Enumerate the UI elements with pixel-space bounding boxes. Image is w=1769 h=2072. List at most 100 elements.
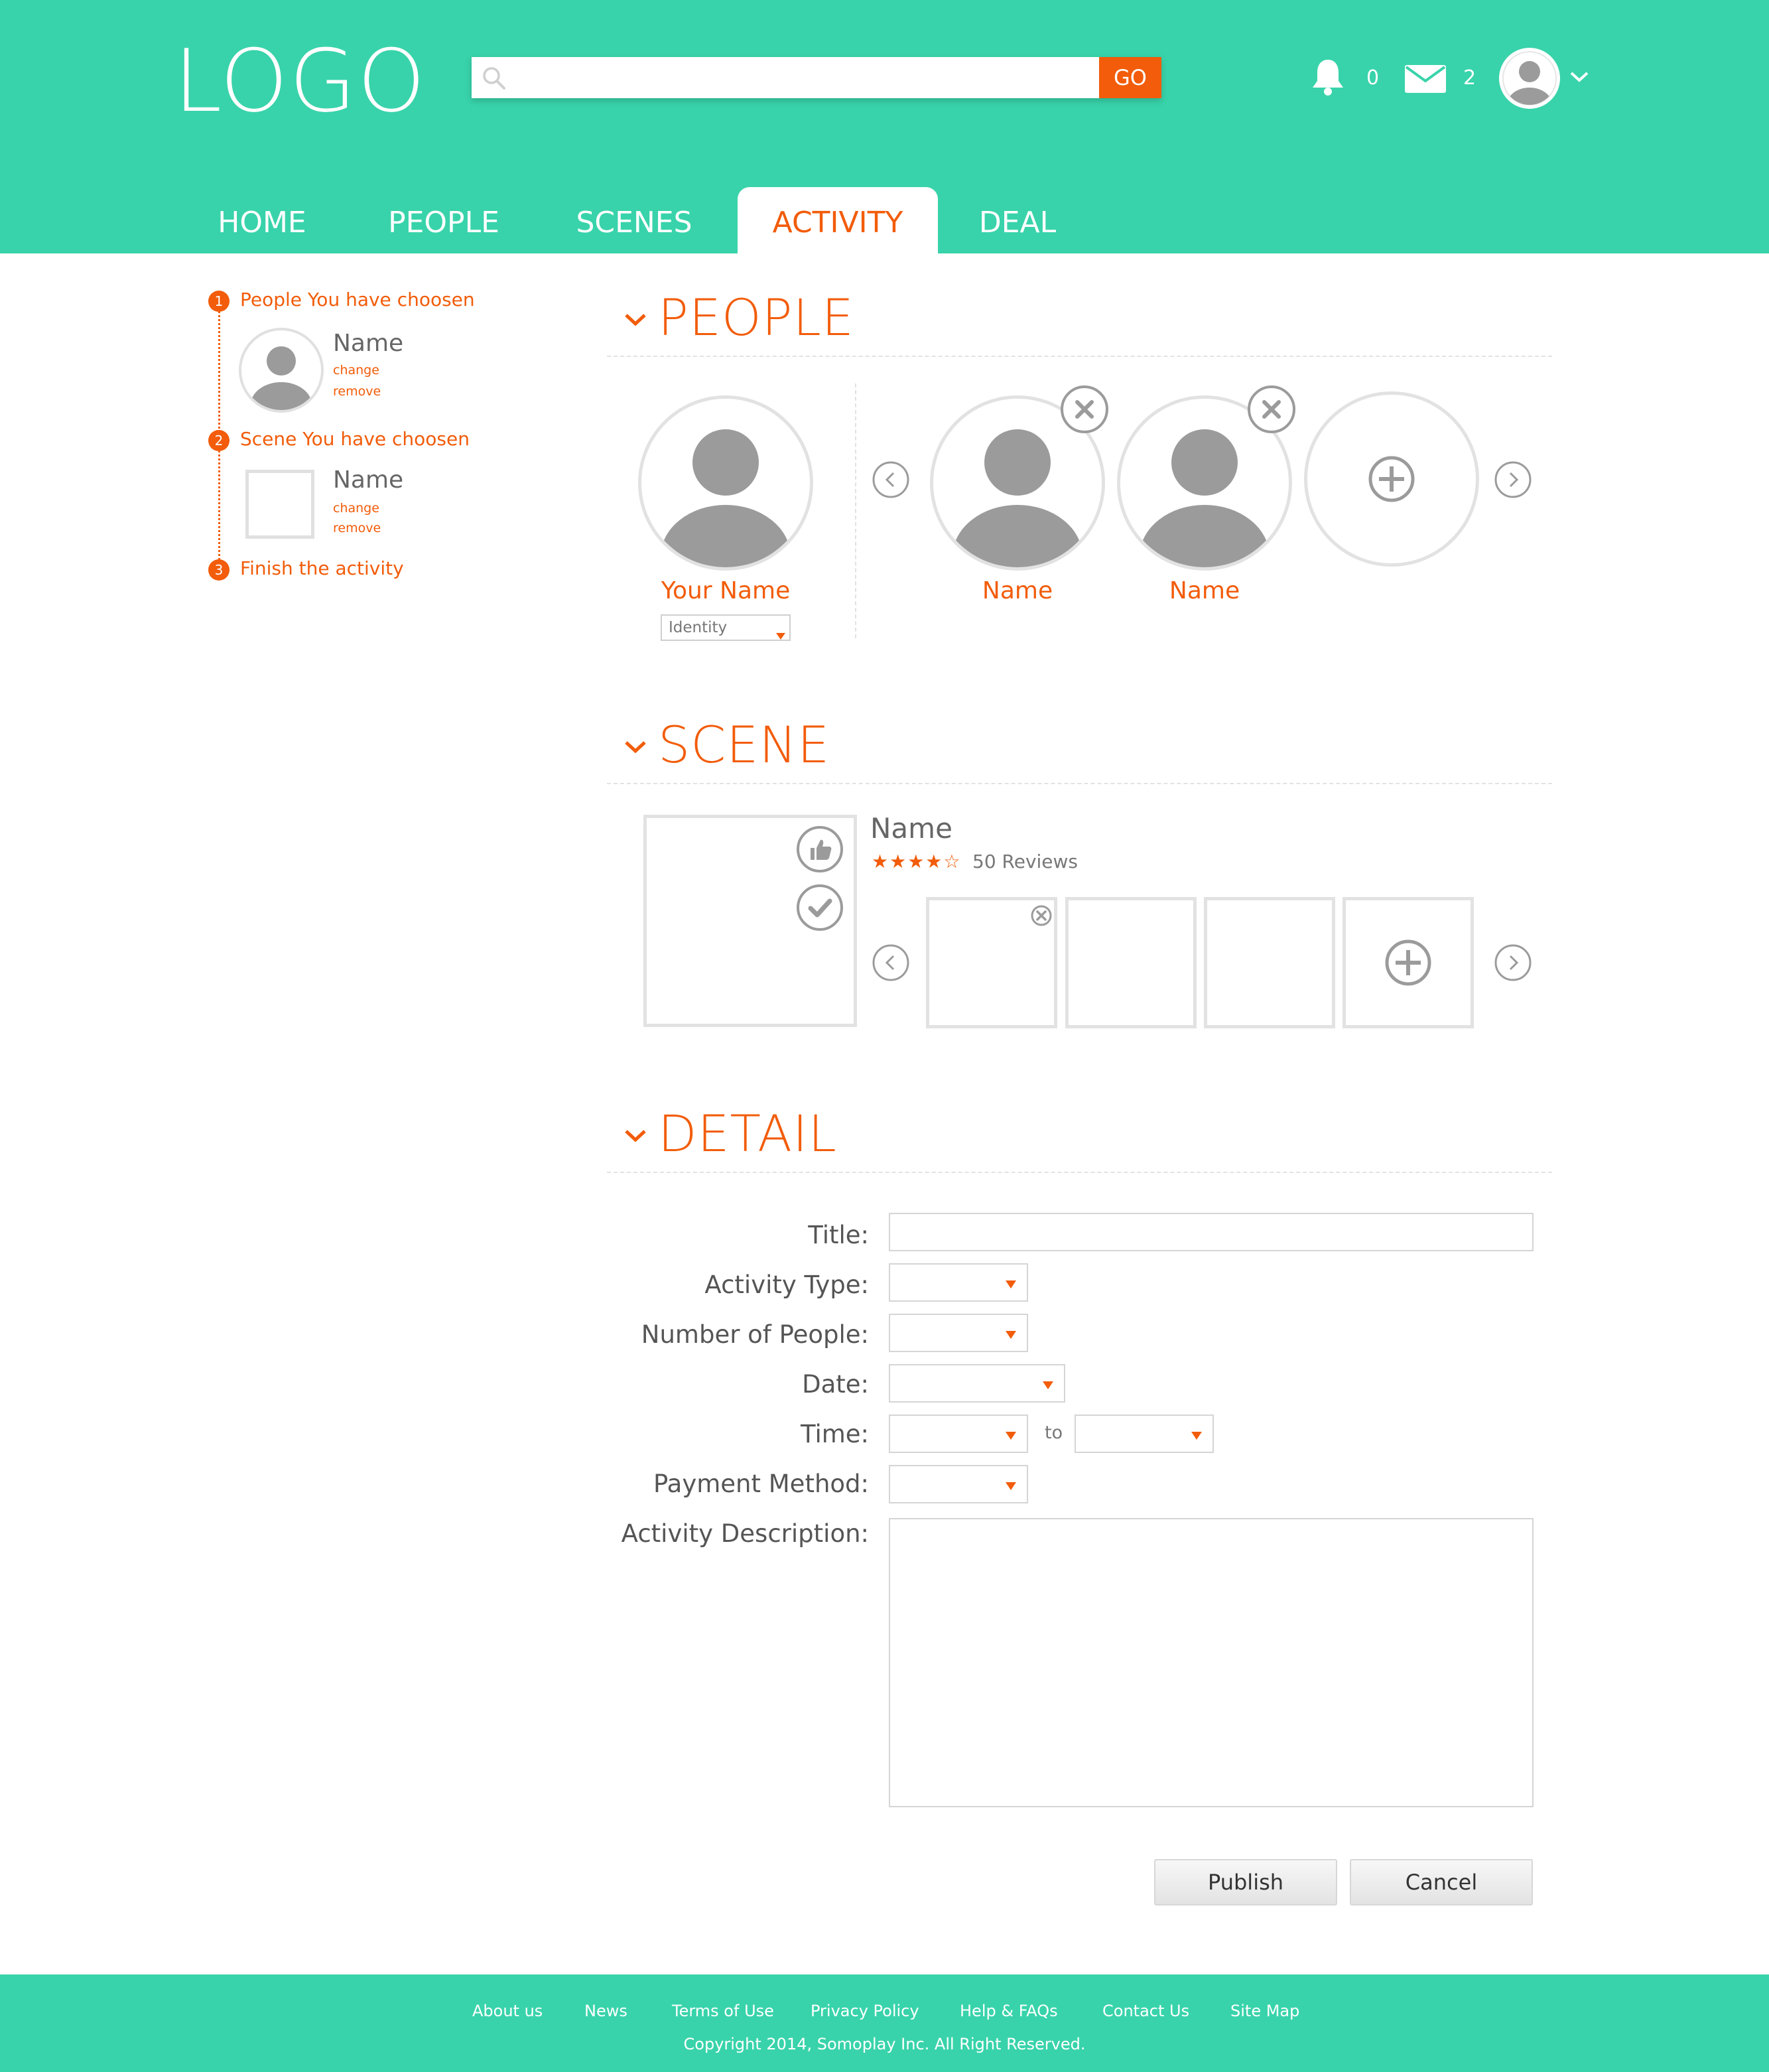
- scene-thumbnail[interactable]: [1204, 897, 1335, 1028]
- footer-link-news[interactable]: News: [584, 2001, 627, 2021]
- remove-person-link[interactable]: remove: [333, 383, 381, 399]
- search-icon: [483, 67, 505, 90]
- mail-icon[interactable]: [1405, 65, 1446, 93]
- section-title-scene: SCENE: [658, 715, 830, 774]
- notification-count: 0: [1366, 66, 1380, 90]
- caret-down-icon: [1043, 1381, 1053, 1389]
- number-of-people-label: Number of People:: [641, 1320, 869, 1349]
- payment-method-label: Payment Method:: [653, 1470, 869, 1498]
- plus-icon: [1368, 456, 1415, 502]
- activity-description-label: Activity Description:: [621, 1519, 869, 1548]
- people-next-button[interactable]: [1494, 460, 1532, 499]
- people-prev-button[interactable]: [872, 460, 910, 499]
- tab-deal[interactable]: DEAL: [964, 187, 1071, 253]
- remove-thumbnail-icon[interactable]: [1030, 904, 1053, 927]
- person-icon: [251, 346, 312, 410]
- step-label[interactable]: Scene You have choosen: [240, 428, 470, 450]
- time-start-select[interactable]: [889, 1415, 1028, 1453]
- collapse-people-icon[interactable]: [623, 312, 647, 328]
- person-name: Name: [982, 577, 1053, 604]
- chosen-scene-thumbnail: [245, 470, 314, 539]
- date-select[interactable]: [889, 1364, 1065, 1403]
- remove-scene-link[interactable]: remove: [333, 520, 381, 536]
- chosen-person-avatar: [239, 328, 324, 413]
- section-divider: [607, 356, 1552, 357]
- change-scene-link[interactable]: change: [333, 500, 379, 516]
- caret-down-icon: [1006, 1482, 1016, 1490]
- tab-activity[interactable]: ACTIVITY: [738, 187, 938, 253]
- payment-method-select[interactable]: [889, 1465, 1028, 1503]
- publish-button[interactable]: Publish: [1154, 1859, 1337, 1905]
- time-label: Time:: [800, 1420, 869, 1448]
- chevron-down-icon[interactable]: [1569, 70, 1589, 84]
- identity-select[interactable]: Identity: [661, 614, 791, 641]
- scene-name: Name: [870, 812, 952, 845]
- plus-icon: [1385, 939, 1431, 986]
- chosen-person-name: Name: [333, 330, 404, 357]
- review-count[interactable]: 50 Reviews: [972, 851, 1078, 873]
- caret-down-icon: [776, 633, 785, 640]
- copyright: Copyright 2014, Somoplay Inc. All Right …: [683, 2035, 1086, 2053]
- footer-link-contact[interactable]: Contact Us: [1102, 2001, 1189, 2021]
- add-person-button[interactable]: [1304, 391, 1479, 567]
- caret-down-icon: [1006, 1432, 1016, 1440]
- scene-thumbnail[interactable]: [1065, 897, 1197, 1028]
- person-name: Name: [1169, 577, 1240, 604]
- thumbs-up-icon[interactable]: [796, 825, 844, 873]
- bell-icon[interactable]: [1310, 57, 1346, 97]
- footer-link-privacy[interactable]: Privacy Policy: [811, 2001, 919, 2021]
- date-label: Date:: [802, 1370, 869, 1399]
- tab-people[interactable]: PEOPLE: [371, 187, 516, 253]
- step-label[interactable]: People You have choosen: [240, 289, 475, 311]
- scene-next-button[interactable]: [1494, 943, 1532, 982]
- user-avatar[interactable]: [1498, 46, 1561, 110]
- change-person-link[interactable]: change: [333, 362, 379, 378]
- rating-stars: ★★★★☆: [872, 851, 962, 872]
- activity-type-select[interactable]: [889, 1263, 1028, 1302]
- title-input[interactable]: [889, 1213, 1534, 1251]
- check-icon[interactable]: [796, 884, 844, 932]
- time-to-label: to: [1045, 1422, 1063, 1443]
- section-title-detail: DETAIL: [658, 1104, 837, 1163]
- tab-scenes[interactable]: SCENES: [557, 187, 711, 253]
- message-count: 2: [1463, 66, 1476, 90]
- header: LOGO GO 0 2 HOME PEOPLE SCENES ACTIVITY: [0, 0, 1769, 253]
- activity-type-label: Activity Type:: [704, 1271, 869, 1299]
- footer-link-sitemap[interactable]: Site Map: [1230, 2001, 1299, 2021]
- cancel-button[interactable]: Cancel: [1350, 1859, 1533, 1905]
- search-input[interactable]: [518, 57, 1102, 98]
- tab-home[interactable]: HOME: [192, 187, 332, 253]
- step-number: 1: [208, 291, 229, 312]
- scene-prev-button[interactable]: [872, 943, 910, 982]
- number-of-people-select[interactable]: [889, 1314, 1028, 1352]
- collapse-scene-icon[interactable]: [623, 739, 647, 755]
- footer-link-about[interactable]: About us: [472, 2001, 543, 2021]
- remove-person-button[interactable]: [1247, 385, 1296, 434]
- collapse-detail-icon[interactable]: [623, 1128, 647, 1144]
- self-avatar[interactable]: [638, 395, 813, 571]
- search-bar: GO: [472, 57, 1161, 98]
- caret-down-icon: [1006, 1331, 1016, 1339]
- self-name: Your Name: [661, 577, 791, 604]
- section-title-people: PEOPLE: [658, 288, 854, 347]
- activity-description-textarea[interactable]: [889, 1518, 1534, 1807]
- caret-down-icon: [1006, 1280, 1016, 1288]
- title-label: Title:: [808, 1221, 869, 1249]
- logo[interactable]: LOGO: [174, 35, 426, 127]
- person-icon: [661, 429, 791, 567]
- remove-person-button[interactable]: [1060, 385, 1109, 434]
- people-divider: [855, 383, 856, 638]
- time-end-select[interactable]: [1075, 1415, 1214, 1453]
- scene-thumbnail[interactable]: [926, 897, 1057, 1028]
- step-number: 3: [208, 559, 229, 581]
- step-label[interactable]: Finish the activity: [240, 557, 404, 580]
- add-scene-button[interactable]: [1343, 897, 1474, 1028]
- search-go-button[interactable]: GO: [1099, 57, 1161, 98]
- identity-select-value: Identity: [669, 619, 728, 636]
- footer-link-help[interactable]: Help & FAQs: [960, 2001, 1058, 2021]
- section-divider: [607, 783, 1552, 784]
- footer-link-terms[interactable]: Terms of Use: [672, 2001, 774, 2021]
- step-number: 2: [208, 430, 229, 451]
- section-divider: [607, 1172, 1552, 1173]
- chosen-scene-name: Name: [333, 466, 404, 494]
